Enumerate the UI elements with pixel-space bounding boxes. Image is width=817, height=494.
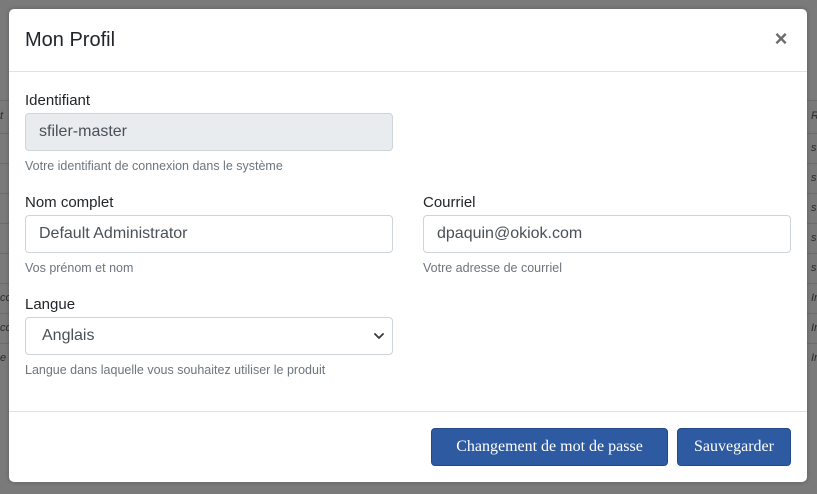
background-cell: t [0,110,4,122]
close-icon[interactable]: × [771,27,791,51]
fullname-label: Nom complet [25,194,114,211]
background-cell: s [811,142,817,154]
username-label: Identifiant [25,92,91,109]
background-cell: Ir [811,352,817,364]
background-cell: e [0,352,7,364]
modal-footer: Changement de mot de passe Sauvegarder [9,411,807,482]
background-cell: Ir [811,322,817,334]
modal-header: Mon Profil × [9,9,807,72]
email-input[interactable]: dpaquin@okiok.com [423,215,791,253]
language-selected-value: Anglais [42,327,95,344]
modal-body: Identifiant sfiler-master Votre identifi… [9,72,807,411]
background-cell: Ir [811,292,817,304]
modal-title: Mon Profil [25,29,116,51]
change-password-button[interactable]: Changement de mot de passe [431,428,668,466]
background-cell: s [811,202,817,214]
fullname-help-text: Vos prénom et nom [25,261,134,275]
email-label: Courriel [423,194,476,211]
language-select[interactable]: Anglais [25,317,393,355]
username-input[interactable]: sfiler-master [25,113,393,151]
background-cell: s [811,232,817,244]
profile-modal: Mon Profil × Identifiant sfiler-master V… [9,9,807,482]
language-field-group: Langue Anglais Langue dans laquelle vous… [25,295,393,378]
username-field-group: Identifiant sfiler-master Votre identifi… [25,91,393,174]
save-button[interactable]: Sauvegarder [677,428,791,466]
background-cell: s [811,172,817,184]
email-help-text: Votre adresse de courriel [423,261,562,275]
fullname-input[interactable]: Default Administrator [25,215,393,253]
language-label: Langue [25,296,76,313]
username-help-text: Votre identifiant de connexion dans le s… [25,159,283,173]
email-field-group: Courriel dpaquin@okiok.com Votre adresse… [423,193,791,276]
language-help-text: Langue dans laquelle vous souhaitez util… [25,363,326,377]
chevron-down-icon [374,333,384,339]
fullname-field-group: Nom complet Default Administrator Vos pr… [25,193,393,276]
background-cell: s [811,262,817,274]
background-cell: R [811,110,817,122]
